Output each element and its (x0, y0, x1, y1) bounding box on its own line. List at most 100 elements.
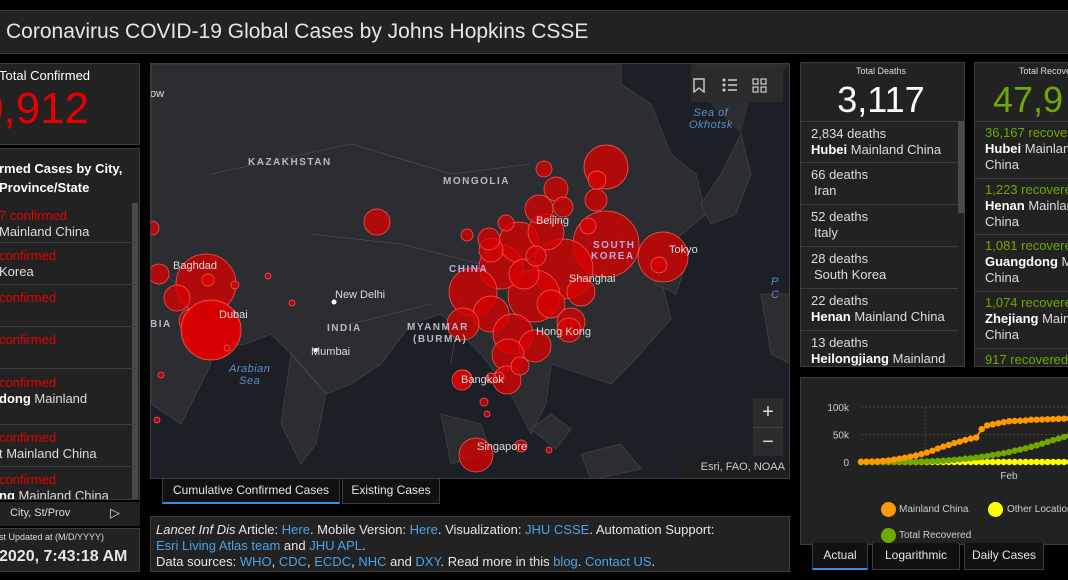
tab-actual[interactable]: Actual (812, 543, 868, 570)
data-point[interactable] (1060, 433, 1068, 441)
data-point[interactable] (1011, 458, 1018, 466)
ecdc-link[interactable]: ECDC (314, 554, 351, 569)
list-item[interactable]: 66 deaths Iran (801, 163, 958, 205)
data-point[interactable] (923, 449, 931, 456)
tab-existing-cases[interactable]: Existing Cases (342, 479, 440, 504)
data-point[interactable] (1033, 442, 1040, 449)
data-point[interactable] (1038, 416, 1046, 423)
data-point[interactable] (868, 458, 876, 465)
data-point[interactable] (1005, 458, 1013, 466)
data-point[interactable] (978, 453, 985, 461)
data-point[interactable] (1005, 417, 1013, 425)
data-point[interactable] (874, 458, 881, 465)
chevron-right-icon[interactable]: ▷ (110, 505, 120, 521)
blog-link[interactable]: blog (553, 554, 578, 569)
data-point[interactable] (1027, 458, 1035, 466)
data-point[interactable] (1055, 458, 1062, 466)
data-point[interactable] (929, 447, 936, 454)
list-item[interactable]: 28 deaths South Korea (801, 247, 958, 289)
data-point[interactable] (989, 458, 996, 466)
data-point[interactable] (1000, 458, 1007, 466)
data-point[interactable] (1049, 415, 1057, 423)
cdc-link[interactable]: CDC (279, 554, 307, 569)
data-point[interactable] (934, 445, 942, 452)
tab-daily-cases[interactable]: Daily Cases (964, 543, 1044, 570)
data-point[interactable] (863, 458, 870, 465)
list-item[interactable]: confirmed (0, 327, 137, 369)
data-point[interactable] (994, 458, 1002, 466)
data-point[interactable] (1055, 415, 1062, 423)
data-point[interactable] (1044, 416, 1051, 423)
list-item[interactable]: 1,223 recovered Henan Mainland China (975, 179, 1068, 235)
data-point[interactable] (923, 458, 931, 465)
article-link[interactable]: Here (282, 522, 310, 537)
data-point[interactable] (967, 455, 974, 462)
data-point[interactable] (945, 457, 953, 464)
list-item[interactable]: confirmed t Mainland China (0, 425, 137, 467)
data-point[interactable] (1033, 458, 1040, 466)
data-point[interactable] (890, 456, 898, 463)
esri-living-atlas-link[interactable]: Esri Living Atlas team (156, 538, 280, 553)
zoom-in-button[interactable]: + (753, 398, 783, 427)
data-point[interactable] (1016, 446, 1024, 453)
data-point[interactable] (1049, 436, 1057, 444)
mobile-version-link[interactable]: Here (410, 522, 438, 537)
data-point[interactable] (1011, 447, 1018, 454)
list-item[interactable]: confirmed dong Mainland (0, 369, 137, 425)
jhu-csse-link[interactable]: JHU CSSE (525, 522, 589, 537)
data-point[interactable] (1027, 416, 1035, 423)
data-point[interactable] (962, 455, 969, 462)
data-point[interactable] (994, 450, 1002, 458)
data-point[interactable] (1044, 438, 1051, 446)
data-point[interactable] (912, 458, 920, 465)
list-item[interactable]: 36,167 recovered Hubei Mainland China (975, 121, 1068, 179)
list-item[interactable]: confirmed (0, 285, 137, 327)
list-item[interactable]: 917 recovered (975, 349, 1068, 366)
data-point[interactable] (984, 458, 991, 466)
data-point[interactable] (1049, 458, 1057, 466)
data-point[interactable] (956, 438, 963, 445)
contact-us-link[interactable]: Contact US (585, 554, 651, 569)
data-point[interactable] (1016, 458, 1024, 466)
list-item[interactable]: 1,074 recovered Zhejiang Mainland China (975, 292, 1068, 349)
bookmark-icon[interactable] (693, 68, 723, 102)
data-point[interactable] (929, 458, 936, 465)
map-view[interactable]: KAZAKHSTAN MONGOLIA INDIA MYANMAR (BURMA… (150, 63, 790, 479)
data-point[interactable] (989, 451, 996, 459)
basemap-icon[interactable] (752, 68, 782, 102)
tab-logarithmic[interactable]: Logarithmic (872, 543, 960, 570)
legend-icon[interactable] (722, 68, 752, 102)
data-point[interactable] (994, 420, 1002, 427)
data-point[interactable] (1000, 449, 1007, 457)
data-point[interactable] (978, 425, 985, 433)
data-point[interactable] (1022, 458, 1029, 466)
data-point[interactable] (945, 441, 953, 449)
data-point[interactable] (1060, 458, 1068, 466)
data-point[interactable] (940, 443, 947, 450)
deaths-list-scrollbar-thumb[interactable] (958, 121, 964, 213)
data-point[interactable] (918, 458, 925, 465)
data-point[interactable] (973, 434, 980, 441)
data-point[interactable] (984, 422, 991, 429)
data-point[interactable] (879, 457, 887, 465)
data-point[interactable] (940, 457, 947, 464)
who-link[interactable]: WHO (240, 554, 272, 569)
data-point[interactable] (989, 421, 996, 428)
data-point[interactable] (896, 455, 903, 462)
data-point[interactable] (907, 453, 914, 460)
data-point[interactable] (901, 454, 909, 461)
data-point[interactable] (1011, 417, 1018, 425)
data-point[interactable] (951, 456, 958, 464)
data-point[interactable] (1038, 440, 1046, 447)
data-point[interactable] (857, 458, 865, 465)
data-point[interactable] (962, 436, 969, 444)
list-item[interactable]: 1,081 recovered Guangdong Main China (975, 235, 1068, 292)
data-point[interactable] (918, 450, 925, 458)
cases-chart[interactable]: 100k 50k 0 Feb (801, 378, 1068, 488)
data-point[interactable] (984, 452, 991, 460)
data-point[interactable] (956, 456, 963, 463)
data-point[interactable] (885, 457, 892, 464)
data-point[interactable] (1055, 435, 1062, 442)
data-point[interactable] (1044, 458, 1051, 466)
list-item[interactable]: 13 deaths Heilongjiang Mainland (801, 331, 958, 366)
